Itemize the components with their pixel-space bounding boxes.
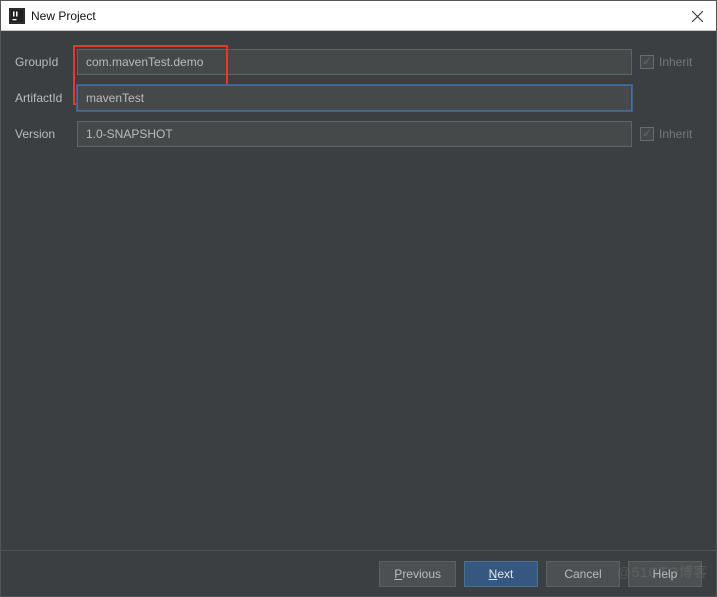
version-row: Version ✓ Inherit [15, 121, 702, 147]
inherit-label: Inherit [659, 55, 692, 69]
checkbox-icon: ✓ [640, 55, 654, 69]
previous-label: revious [402, 567, 441, 581]
form-area: GroupId ✓ Inherit ArtifactId Inherit Ver… [1, 31, 716, 147]
intellij-icon [9, 8, 25, 24]
artifactid-field-wrap [77, 85, 632, 111]
inherit-label: Inherit [659, 127, 692, 141]
artifactid-label: ArtifactId [15, 91, 69, 105]
next-label: ext [497, 567, 513, 581]
artifactid-input[interactable] [77, 85, 632, 111]
artifactid-row: ArtifactId Inherit [15, 85, 702, 111]
groupid-input[interactable] [77, 49, 632, 75]
window-title: New Project [31, 9, 96, 23]
groupid-row: GroupId ✓ Inherit [15, 49, 702, 75]
groupid-inherit[interactable]: ✓ Inherit [640, 55, 702, 69]
button-bar: Previous Next Cancel Help [1, 550, 716, 596]
cancel-button[interactable]: Cancel [546, 561, 620, 587]
groupid-label: GroupId [15, 55, 69, 69]
titlebar: New Project [1, 1, 716, 31]
version-field-wrap [77, 121, 632, 147]
version-label: Version [15, 127, 69, 141]
version-input[interactable] [77, 121, 632, 147]
next-button[interactable]: Next [464, 561, 538, 587]
close-button[interactable] [686, 5, 708, 27]
close-icon [692, 11, 703, 22]
groupid-field-wrap [77, 49, 632, 75]
version-inherit[interactable]: ✓ Inherit [640, 127, 702, 141]
checkbox-icon: ✓ [640, 127, 654, 141]
previous-button[interactable]: Previous [379, 561, 456, 587]
help-button[interactable]: Help [628, 561, 702, 587]
